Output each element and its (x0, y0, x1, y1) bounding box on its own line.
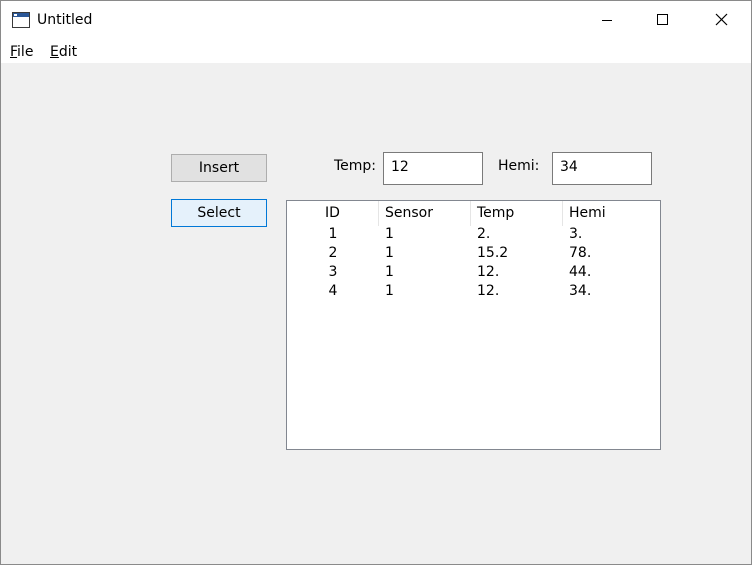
sensor-list-view[interactable]: ID Sensor Temp Hemi 1 1 2. 3. 2 1 15.2 7… (286, 200, 661, 450)
cell-sensor: 1 (385, 283, 394, 299)
temp-label: Temp: (334, 158, 377, 174)
table-row[interactable]: 4 1 12. 34. (287, 282, 660, 301)
cell-hemi: 3. (569, 226, 583, 242)
cell-temp: 15.2 (477, 245, 509, 261)
cell-temp: 2. (477, 226, 491, 242)
hemi-input[interactable] (560, 158, 645, 176)
cell-hemi: 34. (569, 283, 592, 299)
cell-id: 4 (328, 283, 338, 299)
window-app-icon (12, 12, 30, 28)
column-header-sensor[interactable]: Sensor (379, 201, 471, 226)
column-header-hemi[interactable]: Hemi (563, 201, 660, 226)
client-area: Insert Select Temp: Hemi: ID Sensor Temp… (1, 63, 751, 564)
cell-id: 3 (328, 264, 338, 280)
temp-field[interactable] (383, 152, 483, 185)
cell-hemi: 44. (569, 264, 592, 280)
cell-id: 1 (328, 226, 338, 242)
close-button[interactable] (698, 1, 744, 39)
cell-sensor: 1 (385, 245, 394, 261)
table-row[interactable]: 3 1 12. 44. (287, 263, 660, 282)
cell-sensor: 1 (385, 264, 394, 280)
insert-button[interactable]: Insert (171, 154, 267, 182)
window-title: Untitled (37, 12, 93, 28)
minimize-button[interactable] (585, 1, 631, 39)
maximize-button[interactable] (639, 1, 685, 39)
column-header-temp[interactable]: Temp (471, 201, 563, 226)
menu-edit[interactable]: Edit (50, 43, 77, 61)
list-header: ID Sensor Temp Hemi (287, 201, 660, 226)
column-header-id[interactable]: ID (287, 201, 379, 226)
hemi-label: Hemi: (498, 158, 540, 174)
title-bar[interactable]: Untitled (1, 1, 751, 39)
cell-temp: 12. (477, 264, 500, 280)
cell-id: 2 (328, 245, 338, 261)
temp-input[interactable] (391, 158, 476, 176)
hemi-field[interactable] (552, 152, 652, 185)
select-button[interactable]: Select (171, 199, 267, 227)
app-window: Untitled File Edit Insert Select Temp: H… (0, 0, 752, 565)
menu-bar: File Edit (1, 39, 751, 63)
maximize-icon (657, 14, 668, 25)
table-row[interactable]: 2 1 15.2 78. (287, 244, 660, 263)
cell-hemi: 78. (569, 245, 592, 261)
menu-file[interactable]: File (10, 43, 33, 61)
cell-sensor: 1 (385, 226, 394, 242)
table-row[interactable]: 1 1 2. 3. (287, 225, 660, 244)
close-icon (715, 13, 728, 26)
cell-temp: 12. (477, 283, 500, 299)
